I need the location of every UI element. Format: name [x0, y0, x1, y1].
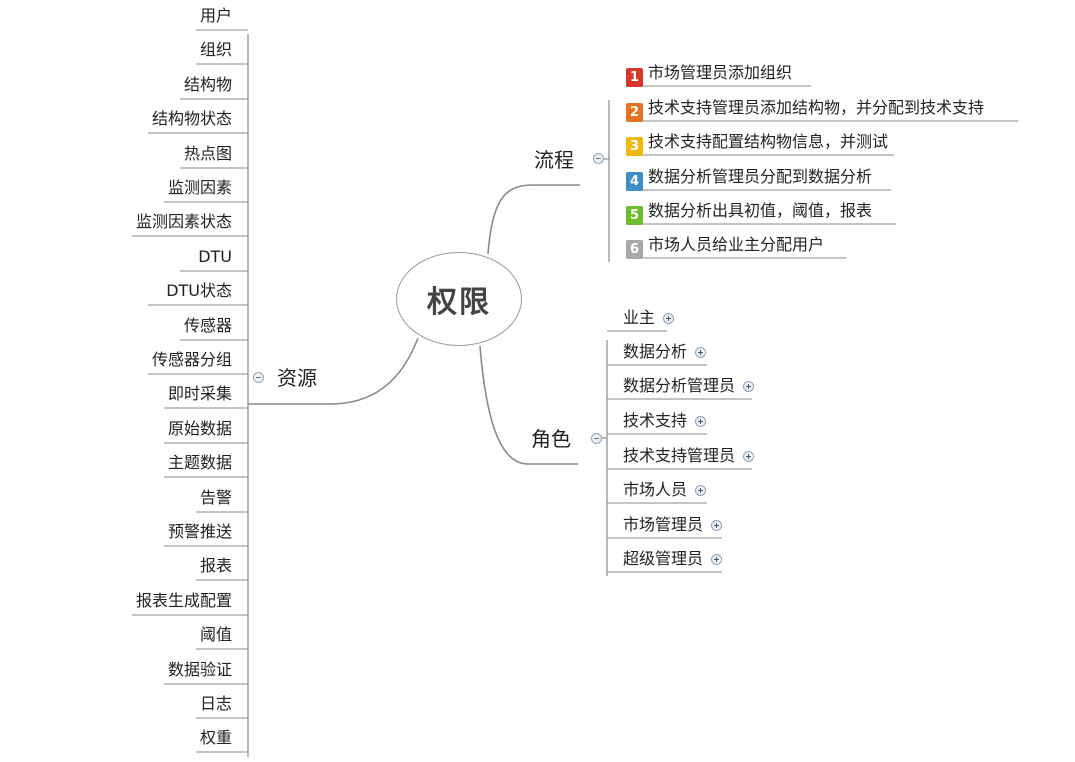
role-item[interactable]: 业主 — [623, 308, 675, 328]
role-label: 数据分析管理员 — [623, 376, 736, 395]
resource-item[interactable]: 监测因素 — [168, 178, 232, 198]
resource-item[interactable]: 传感器分组 — [152, 350, 232, 370]
role-item[interactable]: 数据分析 — [623, 342, 707, 362]
expand-plus-icon[interactable] — [711, 554, 723, 565]
role-item[interactable]: 数据分析管理员 — [623, 376, 755, 396]
resource-item[interactable]: 报表 — [200, 556, 232, 576]
resource-item[interactable]: 用户 — [200, 6, 232, 26]
branch-resource[interactable]: 资源 — [277, 366, 317, 390]
expand-plus-icon[interactable] — [711, 520, 723, 531]
step-number-badge: 5 — [626, 206, 643, 225]
resource-item[interactable]: 主题数据 — [168, 453, 232, 473]
expand-plus-icon[interactable] — [695, 416, 707, 427]
role-item[interactable]: 技术支持管理员 — [623, 446, 755, 466]
resource-item[interactable]: 热点图 — [184, 144, 232, 164]
collapse-minus-icon[interactable] — [593, 153, 604, 164]
role-label: 超级管理员 — [623, 549, 704, 568]
expand-plus-icon[interactable] — [743, 381, 755, 392]
expand-plus-icon[interactable] — [695, 485, 707, 496]
resource-item[interactable]: 阈值 — [200, 625, 232, 645]
flow-step-label: 市场人员给业主分配用户 — [648, 235, 825, 254]
resource-item[interactable]: 权重 — [200, 728, 232, 748]
flow-step-label: 数据分析出具初值，阈值，报表 — [648, 201, 873, 220]
resource-item[interactable]: 原始数据 — [168, 419, 232, 439]
expand-plus-icon[interactable] — [743, 451, 755, 462]
expand-plus-icon[interactable] — [663, 313, 675, 324]
step-number-badge: 2 — [626, 103, 643, 122]
resource-item[interactable]: 结构物 — [184, 75, 232, 95]
step-number-badge: 1 — [626, 68, 643, 87]
central-topic[interactable]: 权限 — [396, 252, 522, 346]
resource-item[interactable]: 告警 — [200, 488, 232, 508]
role-item[interactable]: 超级管理员 — [623, 549, 723, 569]
role-label: 数据分析 — [623, 342, 688, 361]
step-number-badge: 4 — [626, 172, 643, 191]
resource-item[interactable]: 日志 — [200, 694, 232, 714]
flow-step-1[interactable]: 1 市场管理员添加组织 — [626, 63, 792, 87]
resource-item[interactable]: 传感器 — [184, 316, 232, 336]
flow-step-label: 市场管理员添加组织 — [648, 63, 793, 82]
connector-flow — [487, 184, 580, 255]
central-topic-label: 权限 — [427, 285, 491, 320]
flow-step-label: 技术支持管理员添加结构物，并分配到技术支持 — [648, 98, 985, 117]
branch-role[interactable]: 角色 — [531, 427, 571, 451]
collapse-minus-icon[interactable] — [253, 372, 264, 383]
flow-step-5[interactable]: 5 数据分析出具初值，阈值，报表 — [626, 201, 872, 225]
role-label: 技术支持 — [623, 411, 688, 430]
step-number-badge: 3 — [626, 137, 643, 156]
role-item[interactable]: 技术支持 — [623, 411, 707, 431]
resource-item[interactable]: 组织 — [200, 40, 232, 60]
flow-step-3[interactable]: 3 技术支持配置结构物信息，并测试 — [626, 132, 888, 156]
flow-step-4[interactable]: 4 数据分析管理员分配到数据分析 — [626, 167, 872, 191]
resource-item[interactable]: 即时采集 — [168, 384, 232, 404]
flow-step-6[interactable]: 6 市场人员给业主分配用户 — [626, 235, 824, 259]
flow-step-label: 技术支持配置结构物信息，并测试 — [648, 132, 889, 151]
role-label: 市场人员 — [623, 480, 688, 499]
role-label: 业主 — [623, 308, 656, 327]
resource-item[interactable]: 预警推送 — [168, 522, 232, 542]
collapse-minus-icon[interactable] — [591, 433, 602, 444]
flow-step-label: 数据分析管理员分配到数据分析 — [648, 167, 873, 186]
role-item[interactable]: 市场人员 — [623, 480, 707, 500]
role-label: 市场管理员 — [623, 515, 704, 534]
role-label: 技术支持管理员 — [623, 446, 736, 465]
expand-plus-icon[interactable] — [695, 347, 707, 358]
role-item[interactable]: 市场管理员 — [623, 515, 723, 535]
resource-item[interactable]: DTU状态 — [166, 281, 232, 301]
resource-item[interactable]: 数据验证 — [168, 660, 232, 680]
resource-item[interactable]: 结构物状态 — [152, 109, 232, 129]
flow-step-2[interactable]: 2 技术支持管理员添加结构物，并分配到技术支持 — [626, 98, 984, 122]
resource-item[interactable]: 监测因素状态 — [136, 212, 232, 232]
branch-flow[interactable]: 流程 — [534, 148, 574, 172]
connector-resource — [248, 337, 419, 405]
resource-item[interactable]: DTU — [198, 247, 232, 267]
resource-item[interactable]: 报表生成配置 — [136, 591, 232, 611]
step-number-badge: 6 — [626, 240, 643, 259]
